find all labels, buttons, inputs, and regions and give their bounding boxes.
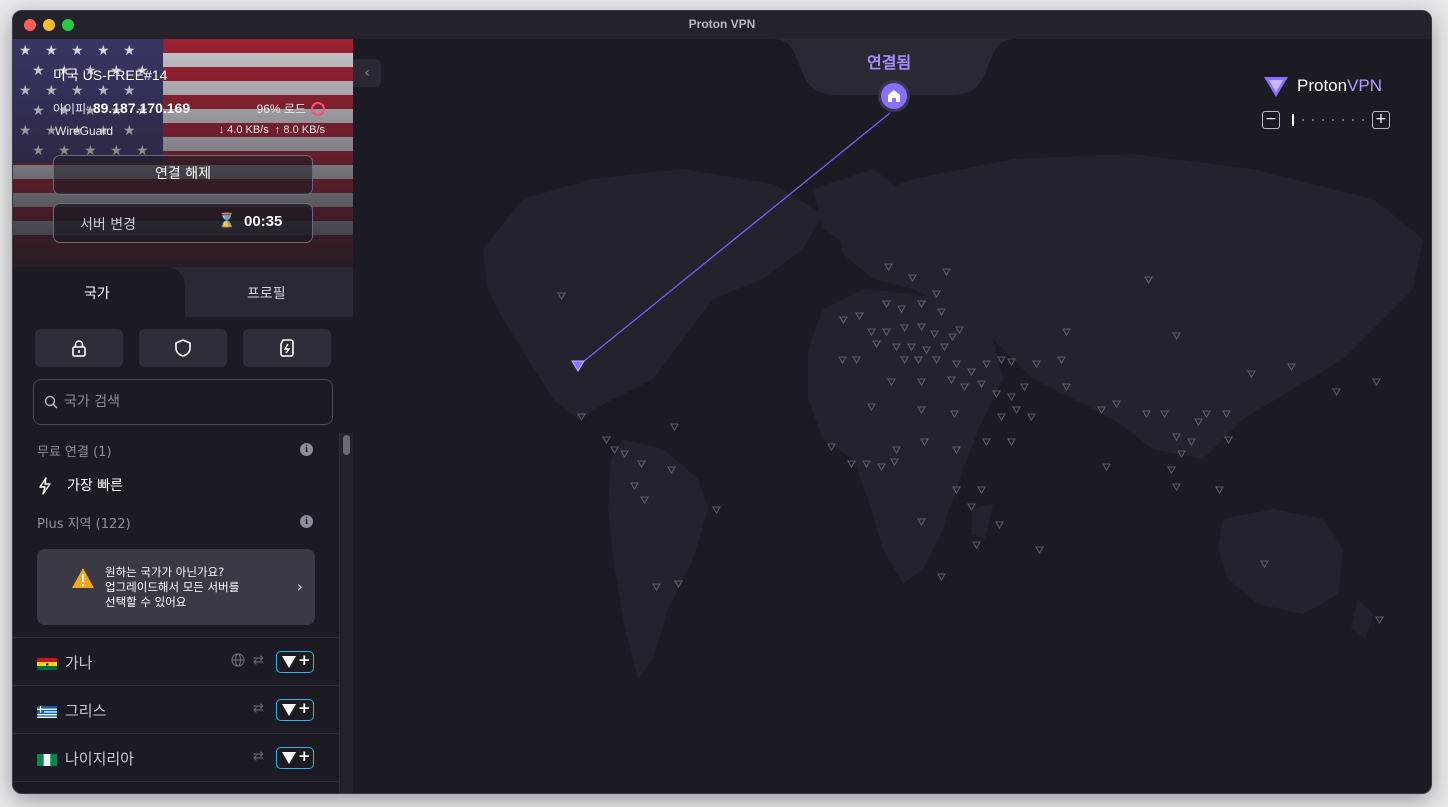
country-name: 가나 — [65, 654, 93, 672]
sim-card-icon — [280, 339, 294, 357]
sidebar-tabs: 국가 프로필 — [13, 267, 353, 317]
free-connections-header: 무료 연결 (1) — [37, 445, 112, 460]
download-arrow-icon: ↓ — [218, 124, 225, 136]
chevron-right-icon: › — [296, 577, 303, 596]
speed-stats: ↓ 4.0 KB/s ↑ 8.0 KB/s — [219, 124, 325, 136]
connection-card: ★★★★★ ★★★★★ ★★★★★ ★★★★★ ★★★★★ ★★★★★ 미국 U… — [13, 39, 353, 267]
home-icon — [888, 90, 900, 102]
zoom-slider-knob[interactable] — [1292, 114, 1294, 126]
netshield-filter-button[interactable] — [139, 329, 227, 367]
zoom-in-button[interactable]: + — [1372, 111, 1390, 129]
upgrade-plus-button[interactable]: + — [276, 651, 314, 673]
connection-status: 연결됨 — [867, 53, 912, 72]
collapse-sidebar-button[interactable]: ‹ — [353, 59, 381, 87]
upgrade-banner[interactable]: 원하는 국가가 아닌가요? 업그레이드해서 모든 서버를 선택할 수 있어요 › — [37, 549, 315, 625]
info-icon[interactable]: i — [300, 443, 313, 456]
brand-vpn: VPN — [1347, 76, 1383, 95]
country-row-greece[interactable]: 그리스 ⇄ + — [13, 685, 339, 733]
ip-address: 아이피: 89.187.170.169 — [53, 100, 190, 117]
zoom-out-button[interactable]: − — [1262, 111, 1280, 129]
world-map[interactable]: ‹ 연결됨 ProtonVPN − + — [353, 39, 1431, 793]
search-input[interactable] — [64, 380, 324, 424]
map-canvas — [483, 112, 1423, 679]
tab-countries-label: 국가 — [84, 286, 110, 302]
protocol: WireGuard — [55, 124, 114, 138]
scrollbar-thumb[interactable] — [343, 435, 350, 455]
change-server-label: 서버 변경 — [80, 217, 136, 233]
upgrade-plus-button[interactable]: + — [276, 747, 314, 769]
globe-icon — [231, 653, 245, 667]
sidebar: ★★★★★ ★★★★★ ★★★★★ ★★★★★ ★★★★★ ★★★★★ 미국 U… — [13, 39, 353, 793]
home-location-pin[interactable] — [878, 80, 910, 112]
load-text: 96% 로드 — [256, 102, 306, 116]
disconnect-button[interactable]: 연결 해제 — [53, 155, 313, 195]
ghana-flag-icon: ★ — [37, 658, 57, 670]
svg-text:★: ★ — [45, 662, 50, 668]
app-window: Proton VPN ★★★★★ ★★★★★ ★★★★★ ★★★★★ ★★★★★ — [12, 10, 1432, 794]
country-name: 그리스 — [65, 702, 107, 720]
filter-buttons — [35, 329, 335, 367]
change-server-button[interactable]: 서버 변경 ⌛ 00:35 — [53, 203, 313, 243]
shield-icon — [175, 339, 191, 357]
p2p-filter-button[interactable] — [243, 329, 331, 367]
warning-icon — [72, 568, 94, 588]
country-row-ghana[interactable]: ★ 가나 ⇄ + — [13, 637, 339, 685]
title-bar: Proton VPN — [13, 11, 1431, 39]
proton-logo-icon — [1264, 77, 1288, 97]
zoom-slider[interactable] — [1290, 111, 1366, 129]
p2p-icon: ⇄ — [253, 701, 264, 716]
p2p-icon: ⇄ — [253, 749, 264, 764]
secure-core-filter-button[interactable] — [35, 329, 123, 367]
download-speed: 4.0 KB/s — [227, 124, 269, 136]
scrollbar[interactable] — [339, 433, 353, 793]
fastest-label: 가장 빠른 — [67, 478, 123, 494]
ip-label: 아이피: — [53, 102, 90, 116]
nigeria-flag-icon — [37, 754, 57, 766]
load-ring-icon — [311, 101, 325, 116]
search-icon — [44, 395, 58, 409]
country-name: 나이지리아 — [65, 750, 135, 768]
tab-profiles[interactable]: 프로필 — [247, 283, 286, 303]
upload-arrow-icon: ↑ — [274, 124, 281, 136]
ip-value: 89.187.170.169 — [92, 100, 191, 116]
proton-logo-icon — [282, 752, 296, 764]
lightning-icon — [39, 477, 51, 495]
zoom-control: − + — [1262, 111, 1392, 129]
change-server-timer: 00:35 — [244, 213, 283, 230]
upgrade-plus-button[interactable]: + — [276, 699, 314, 721]
brand-proton: Proton — [1297, 76, 1348, 95]
country-search — [33, 379, 333, 425]
proton-vpn-logo: ProtonVPN — [1263, 75, 1382, 99]
server-load: 96% 로드 — [257, 100, 325, 117]
upload-speed: 8.0 KB/s — [283, 124, 325, 136]
plus-locations-header: Plus 지역 (122) — [37, 517, 131, 532]
greece-flag-icon — [37, 706, 57, 718]
info-icon[interactable]: i — [300, 515, 313, 528]
hourglass-icon: ⌛ — [218, 213, 236, 229]
tab-countries[interactable]: 국가 — [13, 267, 185, 317]
proton-logo-icon — [282, 656, 296, 668]
list-item[interactable] — [13, 781, 339, 793]
server-name: 미국 US-FREE#14 — [53, 67, 168, 83]
lock-icon — [72, 340, 86, 357]
proton-logo-icon — [282, 704, 296, 716]
p2p-icon: ⇄ — [253, 653, 264, 668]
upgrade-text: 원하는 국가가 아닌가요? 업그레이드해서 모든 서버를 선택할 수 있어요 — [105, 565, 240, 609]
country-row-nigeria[interactable]: 나이지리아 ⇄ + — [13, 733, 339, 781]
window-title: Proton VPN — [688, 17, 756, 31]
